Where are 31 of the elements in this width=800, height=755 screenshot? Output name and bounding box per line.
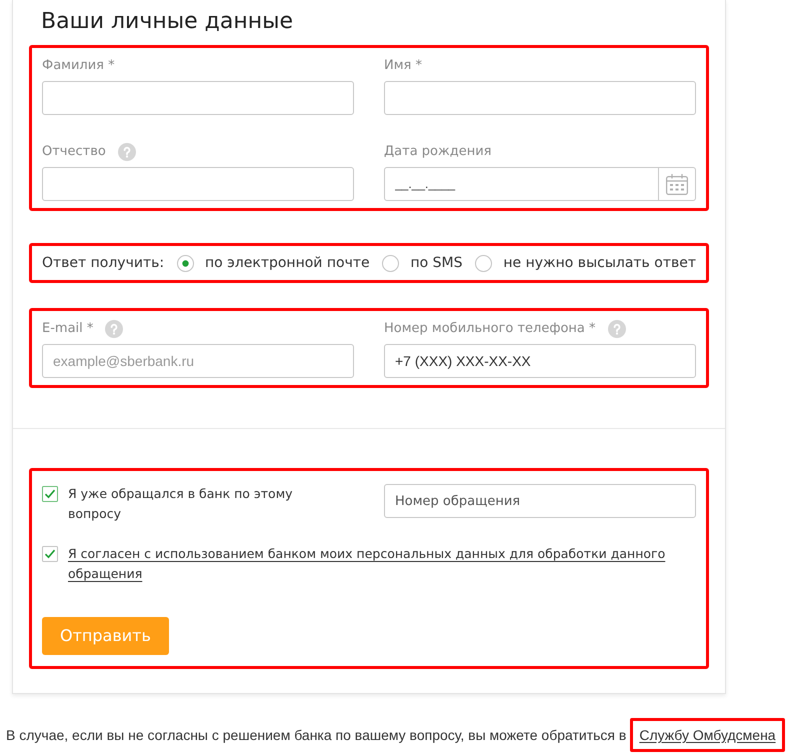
radio-group-label: Ответ получить: (42, 254, 164, 272)
field-label: Дата рождения (384, 143, 492, 161)
field-label: Имя * (384, 57, 422, 75)
text-input[interactable]: example@sberbank.ru (42, 344, 354, 378)
help-icon[interactable] (105, 320, 124, 338)
checkbox[interactable] (42, 486, 58, 502)
radio-button[interactable] (382, 254, 400, 272)
text-input[interactable] (384, 81, 696, 115)
footer-text: В случае, если вы не согласны с решением банка по вашему вопросу, вы можете обратиться в (6, 726, 626, 745)
field-label: Фамилия * (42, 57, 115, 75)
checkbox-label[interactable]: Я уже обращался в банк по этому вопросу (68, 484, 318, 524)
radio-button[interactable] (176, 254, 194, 272)
field-label: Отчество (42, 143, 106, 161)
agreement-link[interactable]: Я согласен с использованием банком моих персональных данных для обработки данного обращения (68, 544, 696, 584)
text-input[interactable] (42, 81, 354, 115)
text-input[interactable]: +7 (XXX) XXX-XX-XX (384, 344, 696, 378)
ombudsman-link[interactable]: Службу Омбудсмена (639, 726, 776, 744)
help-icon[interactable] (608, 320, 626, 338)
checkbox[interactable] (42, 546, 58, 562)
field-label: Номер мобильного телефона * (384, 320, 596, 338)
text-input[interactable] (42, 167, 354, 201)
date-input[interactable]: __.__.____ (384, 167, 659, 201)
field-label: E-mail * (42, 320, 94, 338)
section-title: Ваши личные данные (40, 8, 294, 36)
radio-label[interactable]: по SMS (410, 252, 463, 274)
radio-label[interactable]: не нужно высылать ответ (503, 252, 696, 274)
radio-label[interactable]: по электронной почте (204, 252, 370, 274)
help-icon[interactable] (118, 143, 136, 161)
calendar-icon[interactable] (666, 174, 688, 194)
radio-button[interactable] (475, 254, 492, 272)
appeal-number-input[interactable]: Номер обращения (384, 484, 696, 518)
